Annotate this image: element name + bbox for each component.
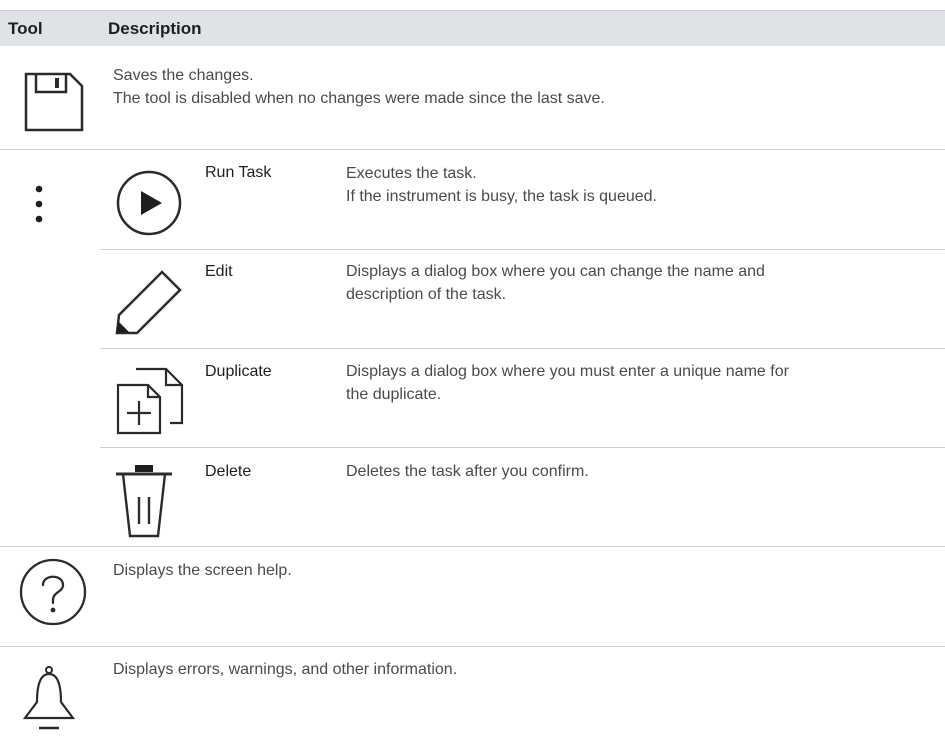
tool-column-header: Tool: [8, 19, 43, 38]
subrow-divider: [100, 249, 945, 250]
more-vertical-icon: [33, 184, 45, 226]
trash-icon: [114, 464, 174, 538]
help-description: Displays the screen help.: [113, 562, 292, 579]
bell-icon: [23, 664, 75, 732]
save-icon: [24, 72, 84, 132]
subrow-divider: [100, 348, 945, 349]
description-column-header: Description: [108, 19, 202, 38]
delete-label: Delete: [205, 463, 252, 480]
save-description: Saves the changes. The tool is disabled …: [113, 67, 605, 107]
help-icon: [19, 558, 87, 626]
duplicate-description: Displays a dialog box where you must ent…: [346, 363, 789, 403]
pencil-icon: [114, 262, 184, 336]
duplicate-label: Duplicate: [205, 363, 272, 380]
play-circle-icon: [115, 169, 183, 237]
row-divider: [0, 546, 945, 547]
duplicate-icon: [116, 367, 184, 435]
subrow-divider: [100, 447, 945, 448]
row-divider: [0, 149, 945, 150]
row-divider: [0, 646, 945, 647]
run-task-label: Run Task: [205, 164, 272, 181]
delete-description: Deletes the task after you confirm.: [346, 463, 589, 480]
run-task-description: Executes the task. If the instrument is …: [346, 165, 657, 205]
notifications-description: Displays errors, warnings, and other inf…: [113, 661, 458, 678]
edit-description: Displays a dialog box where you can chan…: [346, 263, 765, 303]
edit-label: Edit: [205, 263, 233, 280]
table-header: Tool Description: [0, 10, 945, 46]
